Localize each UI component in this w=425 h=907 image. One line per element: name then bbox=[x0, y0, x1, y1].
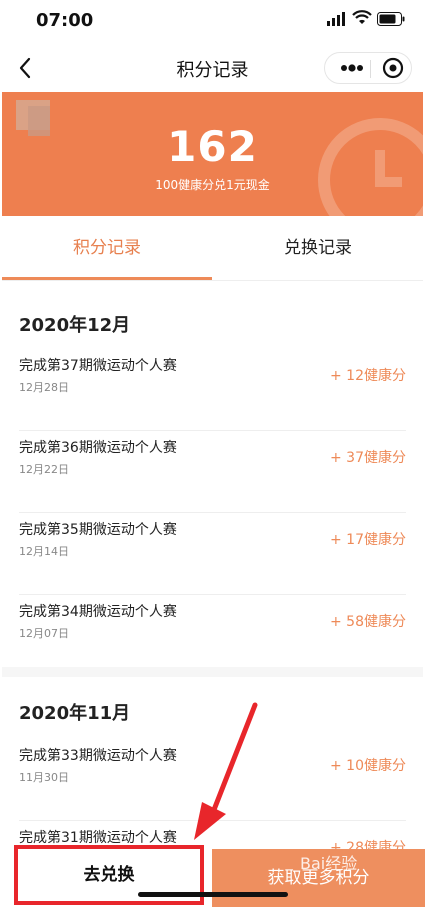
record-points: + 37健康分 bbox=[330, 450, 406, 466]
tab-points-record[interactable]: 积分记录 bbox=[2, 216, 212, 280]
points-value: 162 bbox=[167, 122, 258, 171]
record-title: 完成第36期微运动个人赛 bbox=[19, 440, 177, 456]
battery-icon bbox=[377, 12, 405, 26]
record-title: 完成第35期微运动个人赛 bbox=[19, 522, 177, 538]
status-bar: 07:00 bbox=[0, 0, 425, 44]
month-header: 2020年12月 bbox=[19, 315, 131, 336]
record-title: 完成第33期微运动个人赛 bbox=[19, 748, 177, 764]
record-date: 11月30日 bbox=[19, 771, 69, 784]
list-item[interactable]: 完成第35期微运动个人赛 12月14日 + 17健康分 bbox=[2, 513, 423, 595]
more-icon[interactable] bbox=[335, 53, 369, 83]
month-header: 2020年11月 bbox=[19, 703, 131, 724]
active-tab-indicator bbox=[2, 277, 212, 280]
tab-exchange-record[interactable]: 兑换记录 bbox=[213, 216, 423, 280]
record-date: 12月14日 bbox=[19, 545, 69, 558]
points-banner: 162 100健康分兑1元现金 bbox=[2, 92, 423, 216]
record-tabs: 积分记录 兑换记录 bbox=[2, 216, 423, 281]
home-indicator[interactable] bbox=[138, 892, 288, 897]
close-program-icon[interactable] bbox=[377, 53, 409, 83]
capsule-divider bbox=[370, 60, 371, 78]
wifi-icon bbox=[352, 10, 372, 24]
record-title: 完成第37期微运动个人赛 bbox=[19, 358, 177, 374]
record-date: 12月22日 bbox=[19, 463, 69, 476]
record-title: 完成第34期微运动个人赛 bbox=[19, 604, 177, 620]
annotation-arrow bbox=[194, 702, 258, 840]
list-item[interactable]: 完成第37期微运动个人赛 12月28日 + 12健康分 bbox=[2, 349, 423, 431]
record-points: + 17健康分 bbox=[330, 532, 406, 548]
record-points: + 10健康分 bbox=[330, 758, 406, 774]
signal-icon bbox=[327, 12, 345, 26]
status-time: 07:00 bbox=[36, 10, 94, 31]
watermark: Bai经验 bbox=[300, 854, 358, 873]
mini-program-capsule bbox=[324, 52, 412, 84]
navigation-bar: 积分记录 bbox=[0, 44, 425, 92]
list-item[interactable]: 完成第36期微运动个人赛 12月22日 + 37健康分 bbox=[2, 431, 423, 513]
bottom-action-bar: 去兑换 获取更多积分 bbox=[0, 843, 425, 907]
points-exchange-rate: 100健康分兑1元现金 bbox=[155, 178, 270, 192]
record-date: 12月07日 bbox=[19, 627, 69, 640]
list-item[interactable]: 完成第34期微运动个人赛 12月07日 + 58健康分 bbox=[2, 595, 423, 677]
record-date: 12月28日 bbox=[19, 381, 69, 394]
record-points: + 12健康分 bbox=[330, 368, 406, 384]
record-points: + 58健康分 bbox=[330, 614, 406, 630]
section-gap bbox=[2, 667, 423, 677]
